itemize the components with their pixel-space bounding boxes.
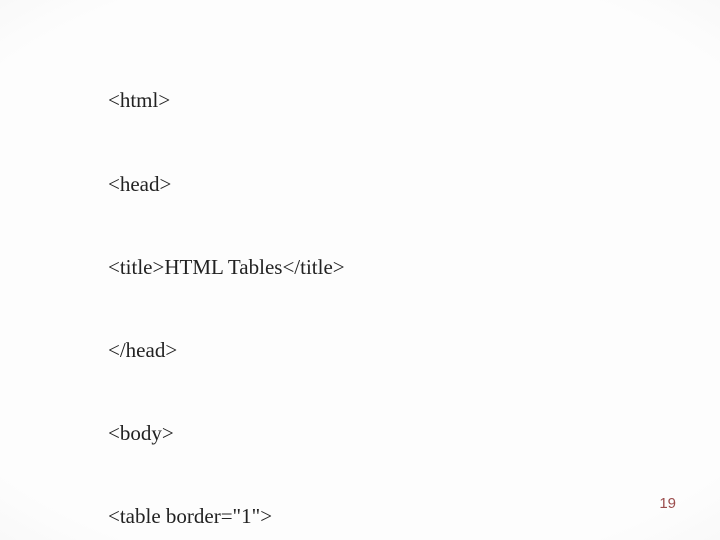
slide: <html> <head> <title>HTML Tables</title>… [0, 0, 720, 540]
page-number: 19 [659, 495, 676, 512]
code-line: <head> [108, 171, 345, 199]
code-line: <title>HTML Tables</title> [108, 254, 345, 282]
code-line: </head> [108, 337, 345, 365]
code-line: <html> [108, 87, 345, 115]
code-line: <body> [108, 420, 345, 448]
code-block: <html> <head> <title>HTML Tables</title>… [108, 32, 345, 540]
code-line: <table border="1"> [108, 503, 345, 531]
